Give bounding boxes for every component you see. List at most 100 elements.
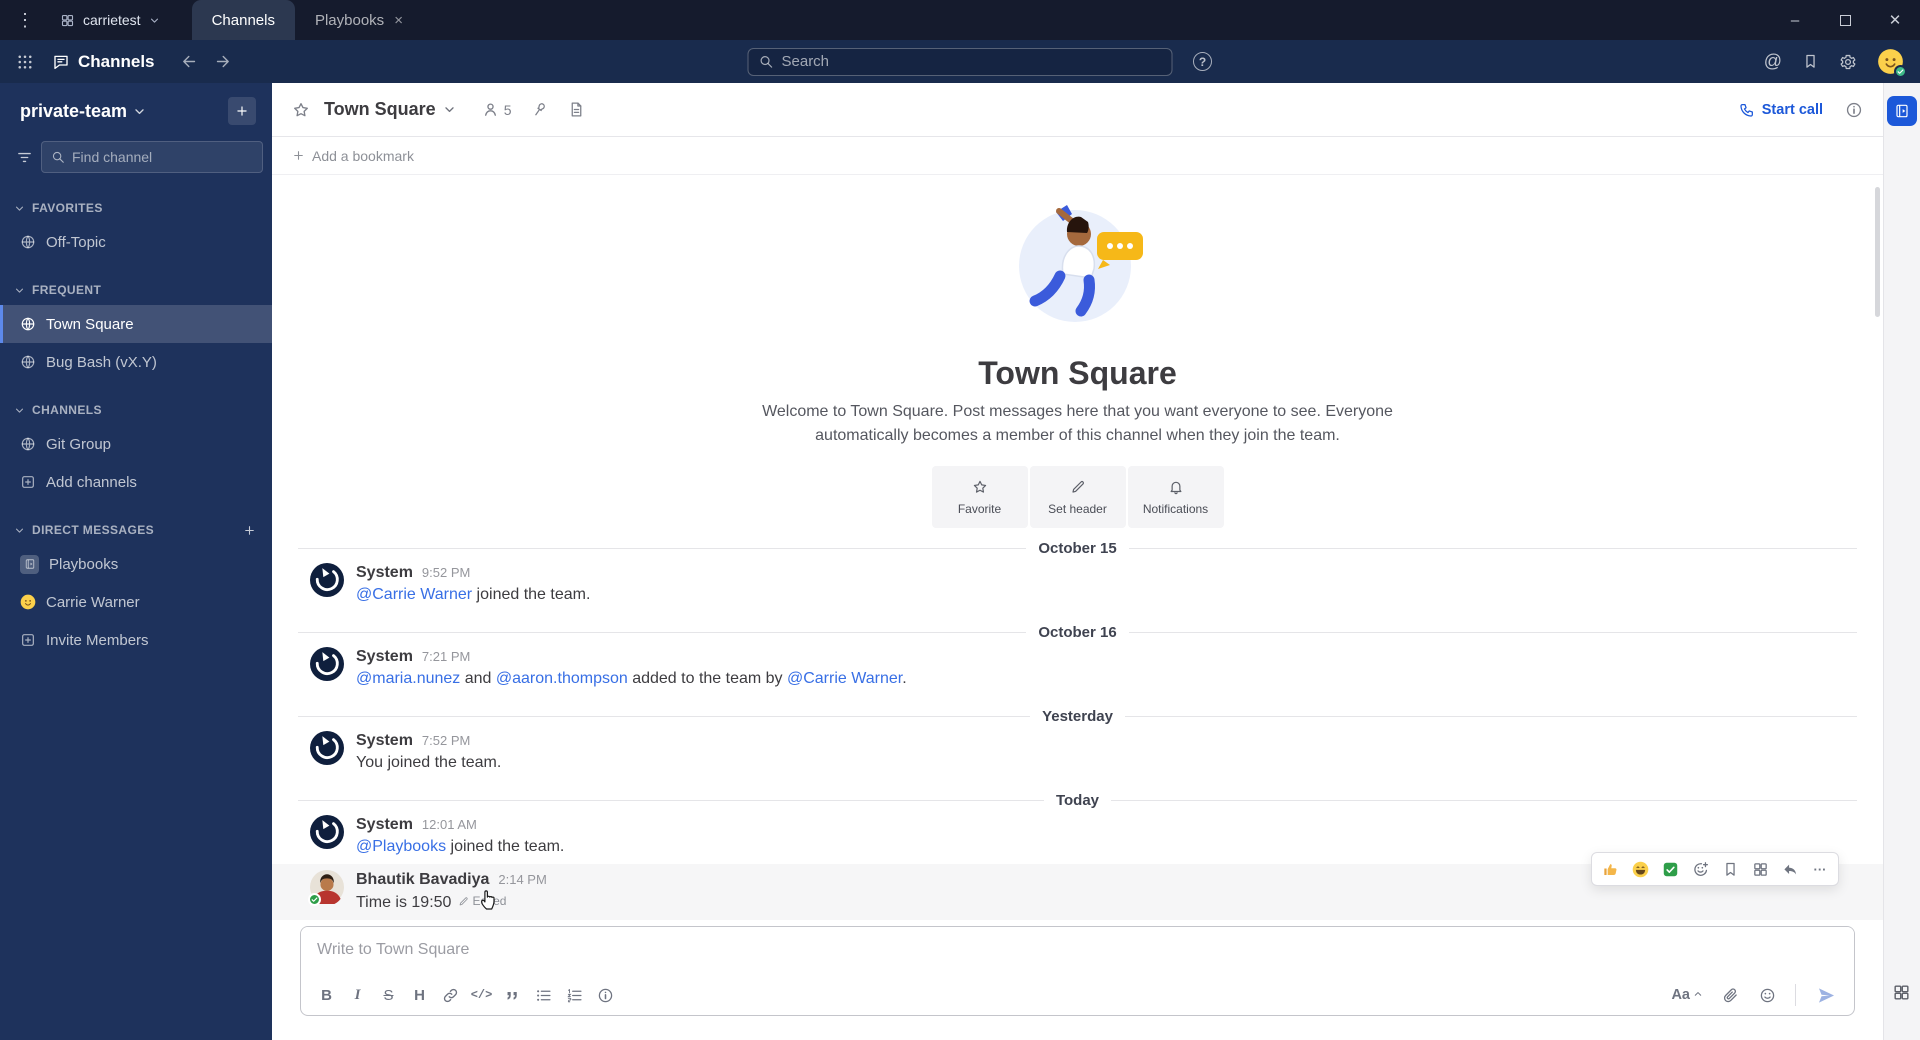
main-menu-icon[interactable]: ⋮	[0, 0, 50, 40]
sidebar-item-carrie-warner-dm[interactable]: Carrie Warner	[0, 583, 272, 621]
mention-link[interactable]: @Carrie Warner	[787, 670, 902, 687]
mention-link[interactable]: @aaron.thompson	[496, 670, 628, 687]
section-header-favorites[interactable]: FAVORITES	[0, 193, 272, 223]
bulleted-list-icon[interactable]	[528, 982, 559, 1008]
message-list: Town Square Welcome to Town Square. Post…	[272, 175, 1883, 920]
find-channel-input[interactable]	[72, 149, 253, 165]
scrollbar-thumb[interactable]	[1875, 187, 1880, 317]
globe-icon	[20, 234, 36, 250]
heading-icon[interactable]: H	[404, 982, 435, 1008]
start-call-button[interactable]: Start call	[1739, 102, 1823, 118]
add-direct-message-icon[interactable]	[243, 524, 256, 537]
numbered-list-icon[interactable]	[559, 982, 590, 1008]
sidebar-item-git-group[interactable]: Git Group	[0, 425, 272, 463]
system-message: System 7:52 PM You joined the team.	[272, 725, 1883, 780]
formatting-help-icon[interactable]	[590, 982, 621, 1008]
more-actions-icon[interactable]: ···	[1806, 856, 1834, 882]
bold-icon[interactable]: B	[311, 982, 342, 1008]
link-icon[interactable]	[435, 982, 466, 1008]
find-channel-box[interactable]	[41, 141, 263, 173]
quote-icon[interactable]	[497, 982, 528, 1008]
sidebar-item-off-topic[interactable]: Off-Topic	[0, 223, 272, 261]
section-direct-messages: DIRECT MESSAGES Playbooks Carrie Warner …	[0, 515, 272, 659]
server-selector[interactable]: carrietest	[50, 0, 170, 40]
sidebar-item-playbooks-dm[interactable]: Playbooks	[0, 545, 272, 583]
minimize-button[interactable]: –	[1770, 0, 1820, 40]
playbooks-app-icon[interactable]	[1887, 96, 1917, 126]
playbooks-icon	[20, 554, 39, 574]
server-name: carrietest	[83, 12, 141, 28]
maximize-button[interactable]	[1820, 0, 1870, 40]
code-icon[interactable]: </>	[466, 982, 497, 1008]
close-button[interactable]: ✕	[1870, 0, 1920, 40]
search-input[interactable]	[781, 53, 1162, 70]
section-frequent: FREQUENT Town Square Bug Bash (vX.Y)	[0, 275, 272, 381]
system-message: System 7:21 PM @maria.nunez and @aaron.t…	[272, 641, 1883, 696]
global-search[interactable]	[747, 47, 1173, 76]
channel-info-icon[interactable]	[1845, 101, 1863, 119]
globe-icon	[20, 436, 36, 452]
section-header-channels[interactable]: CHANNELS	[0, 395, 272, 425]
italic-icon[interactable]: I	[342, 982, 373, 1008]
laughing-reaction-button[interactable]	[1626, 856, 1654, 882]
notifications-button[interactable]: Notifications	[1127, 466, 1224, 528]
tab-playbooks[interactable]: Playbooks ×	[295, 0, 423, 40]
help-icon[interactable]: ?	[1193, 52, 1212, 71]
timestamp: 12:01 AM	[421, 817, 477, 832]
section-header-direct-messages[interactable]: DIRECT MESSAGES	[0, 515, 272, 545]
channel-filter-icon[interactable]	[16, 141, 33, 173]
sidebar-item-add-channels[interactable]: Add channels	[0, 463, 272, 501]
server-icon	[60, 13, 75, 28]
favorite-button[interactable]: Favorite	[931, 466, 1028, 528]
message-actions-icon[interactable]	[1746, 856, 1774, 882]
check-reaction-button[interactable]	[1656, 856, 1684, 882]
add-channel-plus-button[interactable]	[228, 97, 256, 125]
user-message-avatar[interactable]	[308, 870, 344, 906]
members-button[interactable]: 5	[482, 101, 511, 118]
channel-sidebar: private-team FAVORITES Off-Top	[0, 83, 272, 1040]
set-header-button[interactable]: Set header	[1029, 466, 1126, 528]
sidebar-item-invite-members[interactable]: Invite Members	[0, 621, 272, 659]
emoji-picker-icon[interactable]	[1752, 982, 1783, 1008]
channel-name-button[interactable]: Town Square	[324, 99, 456, 120]
channel-files-icon[interactable]	[568, 101, 585, 118]
product-switcher-icon[interactable]	[16, 53, 34, 71]
add-bookmark-button[interactable]: Add a bookmark	[272, 137, 1883, 175]
timestamp: 7:52 PM	[421, 733, 471, 748]
section-header-frequent[interactable]: FREQUENT	[0, 275, 272, 305]
settings-gear-icon[interactable]	[1839, 53, 1857, 71]
user-message[interactable]: Bhautik Bavadiya 2:14 PM Time is 19:50 Ed…	[272, 852, 1883, 920]
close-tab-icon[interactable]: ×	[394, 12, 403, 29]
message-sender[interactable]: Bhautik Bavadiya	[356, 870, 489, 890]
sidebar-item-town-square[interactable]: Town Square	[0, 305, 272, 343]
send-message-button[interactable]	[1808, 981, 1844, 1009]
history-back-icon[interactable]	[181, 53, 198, 70]
thumbsup-reaction-button[interactable]	[1596, 856, 1624, 882]
attach-file-icon[interactable]	[1715, 982, 1746, 1008]
user-avatar[interactable]	[1877, 48, 1907, 78]
saved-messages-icon[interactable]	[1802, 53, 1819, 70]
sidebar-item-bug-bash[interactable]: Bug Bash (vX.Y)	[0, 343, 272, 381]
mention-link[interactable]: @Carrie Warner	[356, 586, 472, 603]
channel-view: Town Square 5 Start call Add a bookmark …	[272, 83, 1883, 1040]
tab-channels[interactable]: Channels	[191, 0, 295, 40]
pinned-posts-icon[interactable]	[531, 101, 548, 118]
team-menu-button[interactable]: private-team	[20, 101, 146, 122]
reply-icon[interactable]	[1776, 856, 1804, 882]
history-forward-icon[interactable]	[214, 53, 231, 70]
product-title: Channels	[52, 52, 155, 72]
pencil-icon	[458, 896, 469, 907]
favorite-star-icon[interactable]	[292, 101, 310, 119]
message-input[interactable]	[301, 927, 1854, 975]
recent-mentions-icon[interactable]: @	[1764, 51, 1782, 72]
window-controls: – ✕	[1770, 0, 1920, 40]
strikethrough-icon[interactable]: S	[373, 982, 404, 1008]
save-message-icon[interactable]	[1716, 856, 1744, 882]
mention-link[interactable]: @Playbooks	[356, 838, 446, 855]
apps-grid-icon[interactable]	[1892, 983, 1911, 1002]
edited-indicator: Edited	[458, 890, 506, 913]
add-reaction-icon[interactable]	[1686, 856, 1714, 882]
mention-link[interactable]: @maria.nunez	[356, 670, 460, 687]
channels-product-icon	[52, 53, 70, 71]
toggle-formatting-icon[interactable]: Aa	[1665, 987, 1709, 1003]
